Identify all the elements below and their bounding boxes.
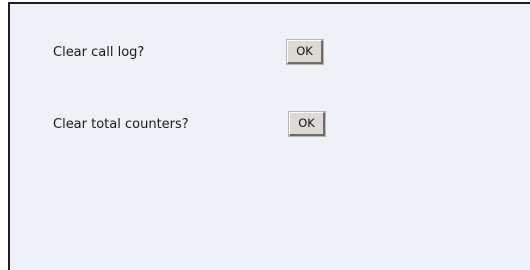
- clear-call-log-row: Clear call log? OK: [53, 39, 324, 65]
- clear-call-log-ok-button[interactable]: OK: [286, 39, 324, 65]
- clear-total-counters-label: Clear total counters?: [53, 116, 189, 132]
- settings-panel: Clear call log? OK Clear total counters?…: [8, 2, 530, 270]
- clear-total-counters-row: Clear total counters? OK: [53, 111, 326, 137]
- clear-total-counters-ok-button[interactable]: OK: [288, 111, 326, 137]
- clear-call-log-label: Clear call log?: [53, 44, 145, 60]
